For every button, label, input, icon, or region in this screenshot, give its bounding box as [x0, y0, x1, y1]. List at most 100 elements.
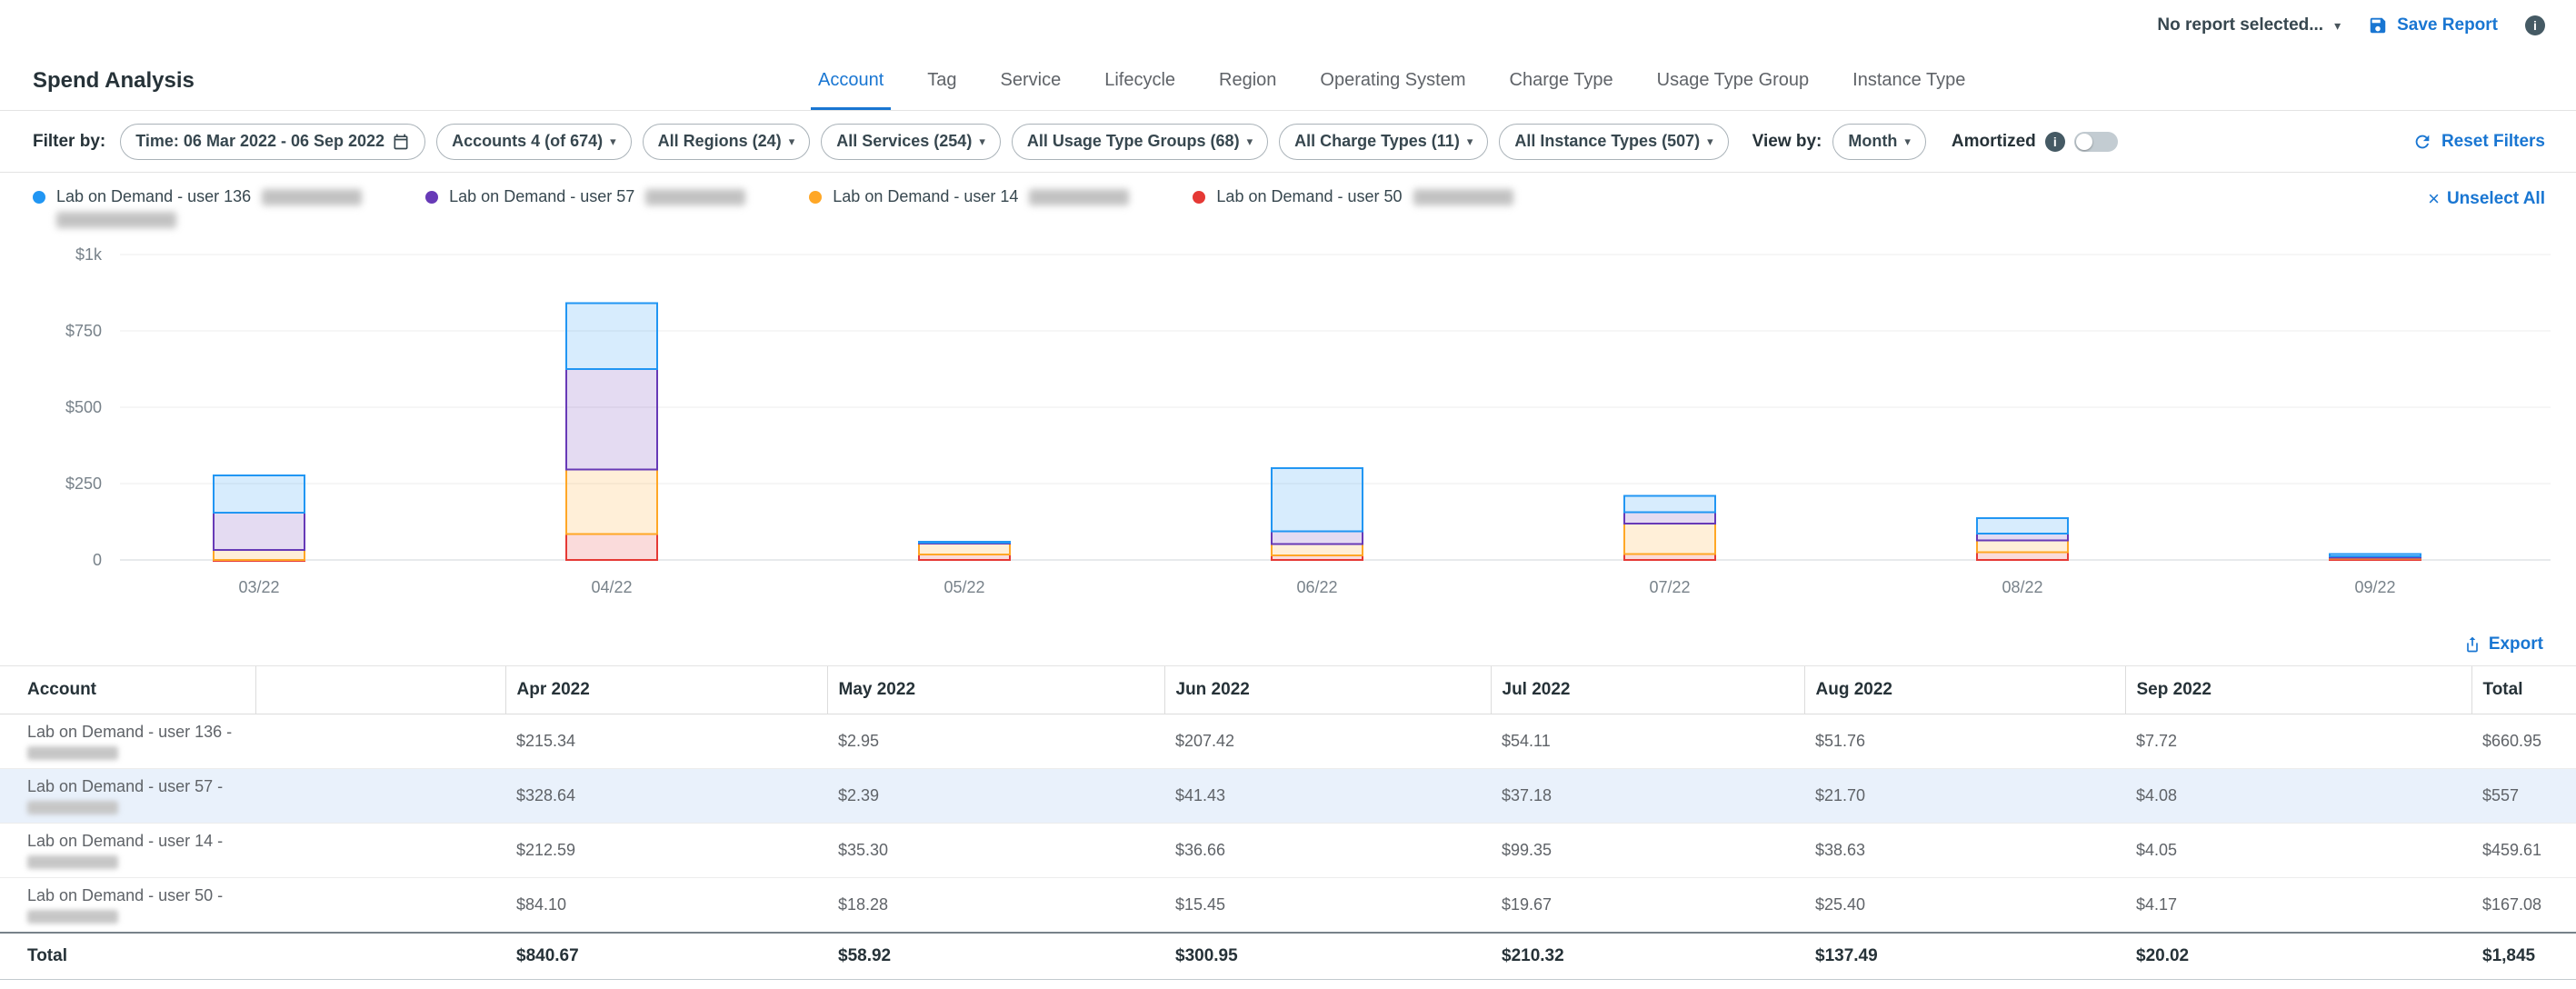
y-axis-tick-label: 0 [93, 551, 102, 569]
tab-operating-system[interactable]: Operating System [1320, 51, 1465, 110]
bar-segment-lab-on-demand-user-136-03-22[interactable] [214, 475, 305, 513]
bar-segment-lab-on-demand-user-14-07-22[interactable] [1624, 524, 1715, 554]
filter-pill-accounts-1[interactable]: Accounts 4 (of 674)▾ [436, 124, 632, 160]
filter-pill-label: All Charge Types (11) [1294, 132, 1460, 151]
value-cell: $99.35 [1491, 824, 1804, 878]
unselect-all-button[interactable]: × Unselect All [2428, 189, 2545, 209]
view-by-select[interactable]: Month ▾ [1832, 124, 1926, 160]
column-header-spacer [255, 666, 505, 714]
bar-segment-lab-on-demand-user-14-06-22[interactable] [1272, 544, 1363, 555]
bar-segment-lab-on-demand-user-136-09-22[interactable] [2330, 554, 2421, 556]
value-cell [255, 824, 505, 878]
export-icon [2463, 635, 2481, 654]
account-cell: Lab on Demand - user 50 - [0, 878, 255, 934]
info-icon[interactable]: i [2525, 15, 2545, 35]
legend-item-main: Lab on Demand - user 136 [33, 187, 362, 206]
caret-down-icon: ▾ [1707, 135, 1713, 147]
total-value-cell: $840.67 [505, 933, 827, 980]
bar-segment-lab-on-demand-user-57-04-22[interactable] [566, 369, 657, 469]
legend-items: Lab on Demand - user 136 Lab on Demand - … [33, 187, 1513, 228]
account-cell: Lab on Demand - user 14 - [0, 824, 255, 878]
total-value-cell: $137.49 [1804, 933, 2125, 980]
total-value-cell: $300.95 [1164, 933, 1491, 980]
filter-pill-label: Accounts 4 (of 674) [452, 132, 603, 151]
legend-item-main: Lab on Demand - user 50 [1193, 187, 1513, 206]
filter-pill-all-3[interactable]: All Services (254)▾ [821, 124, 1001, 160]
bar-segment-lab-on-demand-user-50-04-22[interactable] [566, 534, 657, 560]
bar-segment-lab-on-demand-user-50-08-22[interactable] [1977, 553, 2068, 561]
view-by-value: Month [1848, 132, 1897, 151]
value-cell: $84.10 [505, 878, 827, 934]
report-selector[interactable]: No report selected... ▾ [2157, 15, 2341, 35]
bar-segment-lab-on-demand-user-136-04-22[interactable] [566, 304, 657, 369]
legend-color-dot [425, 191, 438, 204]
bar-segment-lab-on-demand-user-57-08-22[interactable] [1977, 534, 2068, 540]
value-cell: $15.45 [1164, 878, 1491, 934]
value-cell: $4.17 [2125, 878, 2471, 934]
tab-region[interactable]: Region [1219, 51, 1276, 110]
value-cell: $328.64 [505, 769, 827, 824]
legend-item-lab-on-demand-user-50[interactable]: Lab on Demand - user 50 [1193, 187, 1513, 228]
legend-item-lab-on-demand-user-57[interactable]: Lab on Demand - user 57 [425, 187, 745, 228]
y-axis-tick-label: $250 [65, 475, 102, 493]
table-row[interactable]: Lab on Demand - user 14 -$212.59$35.30$3… [0, 824, 2576, 878]
tab-instance-type[interactable]: Instance Type [1852, 51, 1965, 110]
filter-pill-label: All Regions (24) [658, 132, 782, 151]
reset-filters-button[interactable]: Reset Filters [2412, 132, 2545, 152]
bar-segment-lab-on-demand-user-136-08-22[interactable] [1977, 518, 2068, 534]
value-cell: $41.43 [1164, 769, 1491, 824]
bar-segment-lab-on-demand-user-14-04-22[interactable] [566, 469, 657, 534]
bar-segment-lab-on-demand-user-14-08-22[interactable] [1977, 541, 2068, 553]
caret-down-icon: ▾ [2334, 19, 2341, 32]
legend-color-dot [33, 191, 45, 204]
caret-down-icon: ▾ [1904, 135, 1911, 147]
info-icon[interactable]: i [2045, 132, 2065, 152]
legend-color-dot [809, 191, 822, 204]
column-header-jun-2022: Jun 2022 [1164, 666, 1491, 714]
table-row[interactable]: Lab on Demand - user 57 -$328.64$2.39$41… [0, 769, 2576, 824]
tab-charge-type[interactable]: Charge Type [1510, 51, 1613, 110]
value-cell [255, 878, 505, 934]
table-row[interactable]: Lab on Demand - user 50 -$84.10$18.28$15… [0, 878, 2576, 934]
filter-pill-all-6[interactable]: All Instance Types (507)▾ [1499, 124, 1728, 160]
tab-tag[interactable]: Tag [927, 51, 956, 110]
tab-account[interactable]: Account [818, 51, 884, 110]
column-header-sep-2022: Sep 2022 [2125, 666, 2471, 714]
x-axis-tick-label: 09/22 [2354, 578, 2395, 596]
legend-item-lab-on-demand-user-14[interactable]: Lab on Demand - user 14 [809, 187, 1129, 228]
value-cell: $212.59 [505, 824, 827, 878]
bar-segment-lab-on-demand-user-14-03-22[interactable] [214, 550, 305, 560]
filter-pill-all-5[interactable]: All Charge Types (11) ▾ [1279, 124, 1488, 160]
bar-segment-lab-on-demand-user-14-05-22[interactable] [919, 544, 1010, 554]
chart-area: 0$250$500$750$1k03/2204/2205/2206/2207/2… [0, 236, 2576, 627]
bar-segment-lab-on-demand-user-57-03-22[interactable] [214, 513, 305, 550]
tab-service[interactable]: Service [1001, 51, 1062, 110]
legend-item-lab-on-demand-user-136[interactable]: Lab on Demand - user 136 [33, 187, 362, 228]
bar-segment-lab-on-demand-user-136-06-22[interactable] [1272, 468, 1363, 532]
view-by-label: View by: [1752, 132, 1822, 152]
amortized-toggle[interactable] [2074, 132, 2118, 152]
bar-segment-lab-on-demand-user-57-06-22[interactable] [1272, 532, 1363, 544]
tab-lifecycle[interactable]: Lifecycle [1104, 51, 1175, 110]
column-header-jul-2022: Jul 2022 [1491, 666, 1804, 714]
filter-pill-all-4[interactable]: All Usage Type Groups (68)▾ [1012, 124, 1268, 160]
bar-segment-lab-on-demand-user-136-05-22[interactable] [919, 542, 1010, 543]
tabs: Account Tag Service Lifecycle Region Operatin… [818, 51, 1965, 110]
bar-segment-lab-on-demand-user-136-07-22[interactable] [1624, 495, 1715, 512]
caret-down-icon: ▾ [1467, 135, 1473, 147]
filter-pill-all-2[interactable]: All Regions (24)▾ [643, 124, 811, 160]
value-cell: $36.66 [1164, 824, 1491, 878]
save-report-button[interactable]: Save Report [2368, 15, 2498, 35]
bar-segment-lab-on-demand-user-57-07-22[interactable] [1624, 513, 1715, 524]
redacted-text [262, 189, 362, 205]
filter-pill-label: Time: 06 Mar 2022 - 06 Sep 2022 [135, 132, 384, 151]
export-button[interactable]: Export [2463, 634, 2543, 654]
table-row[interactable]: Lab on Demand - user 136 -$215.34$2.95$2… [0, 714, 2576, 769]
filter-pill-time-0[interactable]: Time: 06 Mar 2022 - 06 Sep 2022 [120, 124, 425, 160]
tab-usage-type-group[interactable]: Usage Type Group [1657, 51, 1810, 110]
filter-by-label: Filter by: [33, 132, 105, 152]
value-cell: $207.42 [1164, 714, 1491, 769]
filter-pill-label: All Services (254) [836, 132, 972, 151]
export-label: Export [2489, 634, 2543, 654]
legend-label: Lab on Demand - user 57 [449, 187, 634, 206]
